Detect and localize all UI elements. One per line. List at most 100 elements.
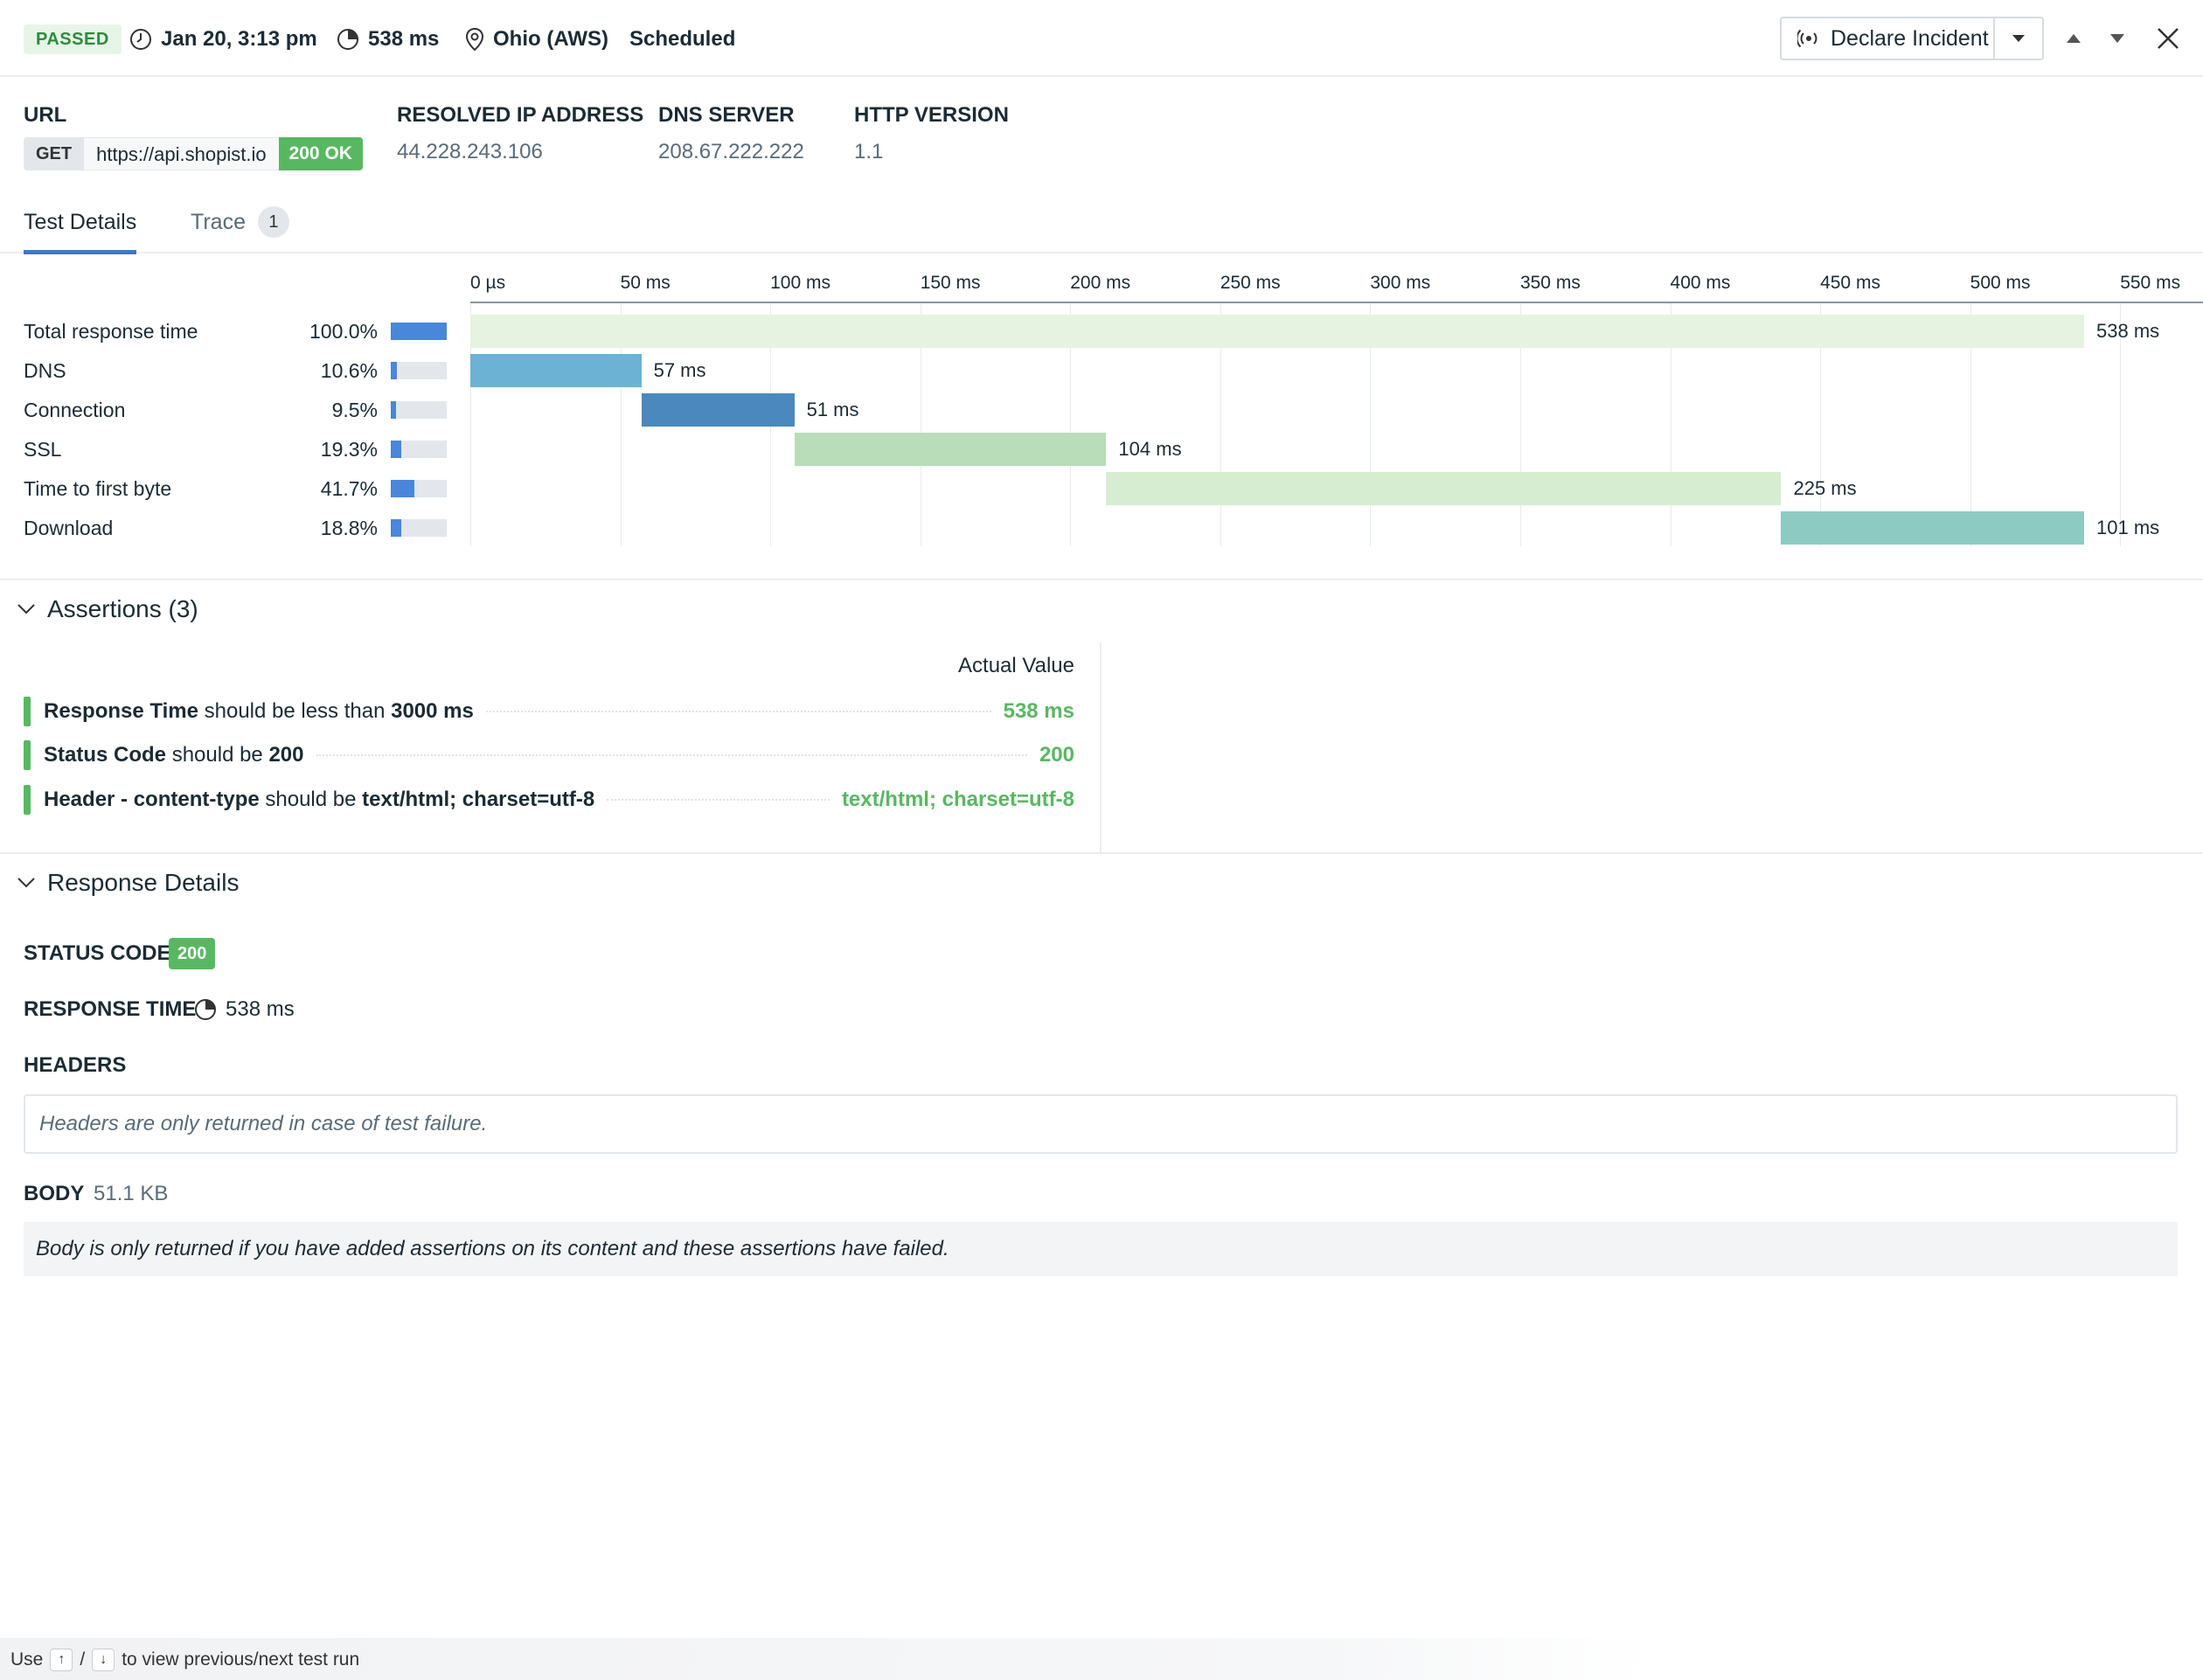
timing-row-percent: 10.6% <box>320 359 378 382</box>
timing-share-fill <box>391 441 402 458</box>
keyboard-hint: Use ↑ / ↓ to view previous/next test run <box>10 1649 359 1671</box>
http-version-value: 1.1 <box>854 140 884 163</box>
waterfall-bar[interactable] <box>641 393 795 427</box>
body-label: BODY <box>24 1182 85 1205</box>
assertions-separator <box>1100 642 1102 852</box>
incident-broadcast-icon <box>1797 29 1817 48</box>
response-details-section-toggle[interactable]: Response Details <box>17 869 239 897</box>
tick-label: 350 ms <box>1519 273 1581 293</box>
run-duration: 538 ms <box>337 24 439 54</box>
waterfall-bar-label: 538 ms <box>2096 320 2160 342</box>
assertion-target: 3000 ms <box>391 699 474 723</box>
caret-down-icon <box>2012 35 2026 42</box>
run-datetime: Jan 20, 3:13 pm <box>129 24 317 54</box>
headers-placeholder: Headers are only returned in case of tes… <box>24 1094 2178 1154</box>
actual-value-header: Actual Value <box>958 654 1074 677</box>
status-code-label: STATUS CODE <box>24 941 171 965</box>
tick-label: 50 ms <box>620 273 671 293</box>
tick-label: 250 ms <box>1220 273 1281 293</box>
timing-row-label: DNS <box>24 359 66 382</box>
timing-share-fill <box>391 401 397 419</box>
hint-use: Use <box>10 1649 44 1670</box>
run-location: Ohio (AWS) <box>465 24 608 54</box>
http-status-badge: 200 OK <box>278 137 363 170</box>
tick-label: 150 ms <box>920 273 981 293</box>
assertion-operator: should be <box>171 743 263 767</box>
status-code-badge: 200 <box>169 938 216 969</box>
url-box: GET https://api.shopist.io 200 OK <box>24 137 363 170</box>
declare-incident-dropdown[interactable] <box>1995 18 2042 59</box>
assertion-actual-value: 538 ms <box>1003 699 1074 723</box>
assertion-text: Status Code should be 200 <box>44 743 304 767</box>
timing-row-percent: 9.5% <box>331 399 378 421</box>
location-pin-icon <box>465 27 484 52</box>
duration-text: 538 ms <box>368 27 440 51</box>
assertions-section-toggle[interactable]: Assertions (3) <box>17 595 198 623</box>
caret-down-icon <box>2110 34 2124 43</box>
assertion-row: Status Code should be 200 200 <box>24 740 1074 770</box>
assertion-target: 200 <box>268 743 304 767</box>
waterfall-bar-label: 57 ms <box>653 359 706 381</box>
waterfall-bar[interactable] <box>470 315 2085 348</box>
next-run-button[interactable] <box>2102 23 2133 54</box>
timing-row-percent: 19.3% <box>320 438 378 461</box>
datetime-text: Jan 20, 3:13 pm <box>161 27 317 51</box>
body-placeholder: Body is only returned if you have added … <box>24 1222 2178 1276</box>
dns-server-label: DNS SERVER <box>658 103 795 127</box>
waterfall-bar[interactable] <box>470 354 642 387</box>
timing-share-fill <box>391 362 397 379</box>
timing-row-percent: 41.7% <box>320 477 378 500</box>
run-trigger: Scheduled <box>629 24 735 54</box>
assertion-actual-value: text/html; charset=utf-8 <box>841 788 1074 811</box>
waterfall-bar[interactable] <box>1781 511 2085 545</box>
tick-label: 550 ms <box>2120 273 2181 293</box>
caret-up-icon <box>2067 34 2081 43</box>
headers-label: HEADERS <box>24 1053 127 1077</box>
waterfall-bar-label: 51 ms <box>806 399 859 420</box>
timing-share-bar <box>391 480 447 497</box>
response-time-value: 538 ms <box>194 997 295 1022</box>
timing-row-label: SSL <box>24 438 62 461</box>
waterfall-bar[interactable] <box>794 433 1107 466</box>
tab-trace[interactable]: Trace 1 <box>191 206 289 250</box>
location-text: Ohio (AWS) <box>493 27 608 51</box>
assertion-subject: Status Code <box>44 743 167 767</box>
timing-share-bar <box>391 362 447 379</box>
body-size: 51.1 KB <box>94 1182 169 1205</box>
assertion-operator: should be <box>265 788 357 811</box>
timing-share-bar <box>391 401 447 419</box>
assertion-leader <box>316 754 1027 756</box>
response-time-text: 538 ms <box>226 997 295 1021</box>
timing-row-label: Connection <box>24 399 126 421</box>
tick-label: 0 µs <box>470 273 506 293</box>
dns-server-value: 208.67.222.222 <box>658 140 804 163</box>
timing-share-fill <box>391 519 402 537</box>
close-button[interactable] <box>2152 23 2184 54</box>
assertion-row: Response Time should be less than 3000 m… <box>24 697 1074 726</box>
tab-test-details[interactable]: Test Details <box>24 210 137 254</box>
previous-run-button[interactable] <box>2058 23 2089 54</box>
timing-row-percent: 100.0% <box>309 320 378 343</box>
assertion-leader <box>485 711 991 712</box>
tick-label: 500 ms <box>1970 273 2031 293</box>
assertion-leader <box>607 799 830 801</box>
assertion-subject: Header - content-type <box>44 788 260 811</box>
chevron-down-icon <box>17 604 35 614</box>
declare-incident-button[interactable]: Declare Incident <box>1782 18 1996 59</box>
timing-share-fill <box>391 323 447 340</box>
status-badge: PASSED <box>24 24 122 54</box>
duration-pie-icon <box>195 999 216 1020</box>
timing-share-bar <box>391 519 447 537</box>
run-header: PASSED Jan 20, 3:13 pm 538 ms Ohio (AWS)… <box>0 0 2203 77</box>
tick-label: 450 ms <box>1820 273 1880 293</box>
assertion-subject: Response Time <box>44 699 198 723</box>
declare-incident-label: Declare Incident <box>1831 25 1989 51</box>
assertion-target: text/html; charset=utf-8 <box>362 788 595 811</box>
close-icon <box>2158 28 2179 49</box>
tick-label: 400 ms <box>1670 273 1731 293</box>
assertion-text: Response Time should be less than 3000 m… <box>44 699 474 724</box>
duration-pie-icon <box>337 29 358 50</box>
section-divider <box>0 852 2203 854</box>
waterfall-bar[interactable] <box>1106 472 1782 505</box>
waterfall-bar-label: 101 ms <box>2096 517 2160 538</box>
